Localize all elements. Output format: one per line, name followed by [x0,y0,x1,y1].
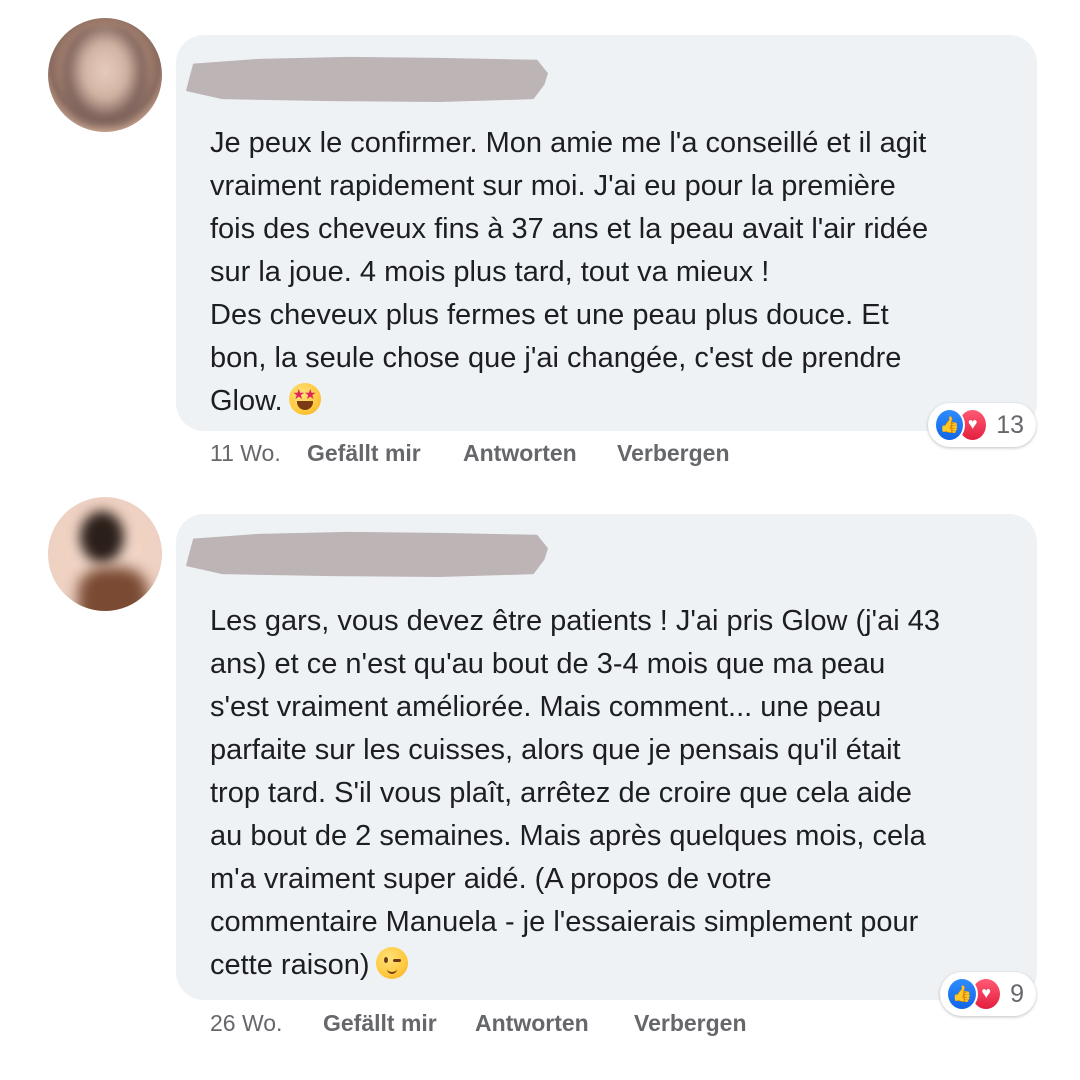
commenter-avatar[interactable] [48,497,162,611]
comment-text: Je peux le confirmer. Mon amie me l'a co… [210,122,1025,423]
thumbs-up-icon: 👍 [934,408,966,442]
like-button[interactable]: Gefällt mir [323,1010,437,1037]
reaction-count: 9 [1010,979,1024,1008]
redacted-commenter-name [186,531,548,578]
thumbs-up-icon: 👍 [946,977,979,1011]
reply-button[interactable]: Antworten [475,1010,589,1037]
comment-text: Les gars, vous devez être patients ! J'a… [210,600,1025,987]
reaction-count: 13 [996,410,1024,439]
redacted-commenter-name [186,56,548,103]
reaction-summary[interactable]: 👍 ♥ 9 [940,972,1036,1016]
comment-timestamp[interactable]: 11 Wo. [210,440,281,467]
reply-button[interactable]: Antworten [463,440,577,467]
hide-button[interactable]: Verbergen [617,440,730,467]
comment-body: Je peux le confirmer. Mon amie me l'a co… [210,127,929,417]
winking-face-emoji-icon [375,947,408,979]
comment-timestamp[interactable]: 26 Wo. [210,1010,282,1037]
comment-body: Les gars, vous devez être patients ! J'a… [210,605,940,981]
reaction-summary[interactable]: 👍 ♥ 13 [928,403,1036,447]
commenter-avatar[interactable] [48,18,162,132]
star-struck-emoji-icon [288,383,321,415]
hide-button[interactable]: Verbergen [634,1010,747,1037]
like-button[interactable]: Gefällt mir [307,440,421,467]
